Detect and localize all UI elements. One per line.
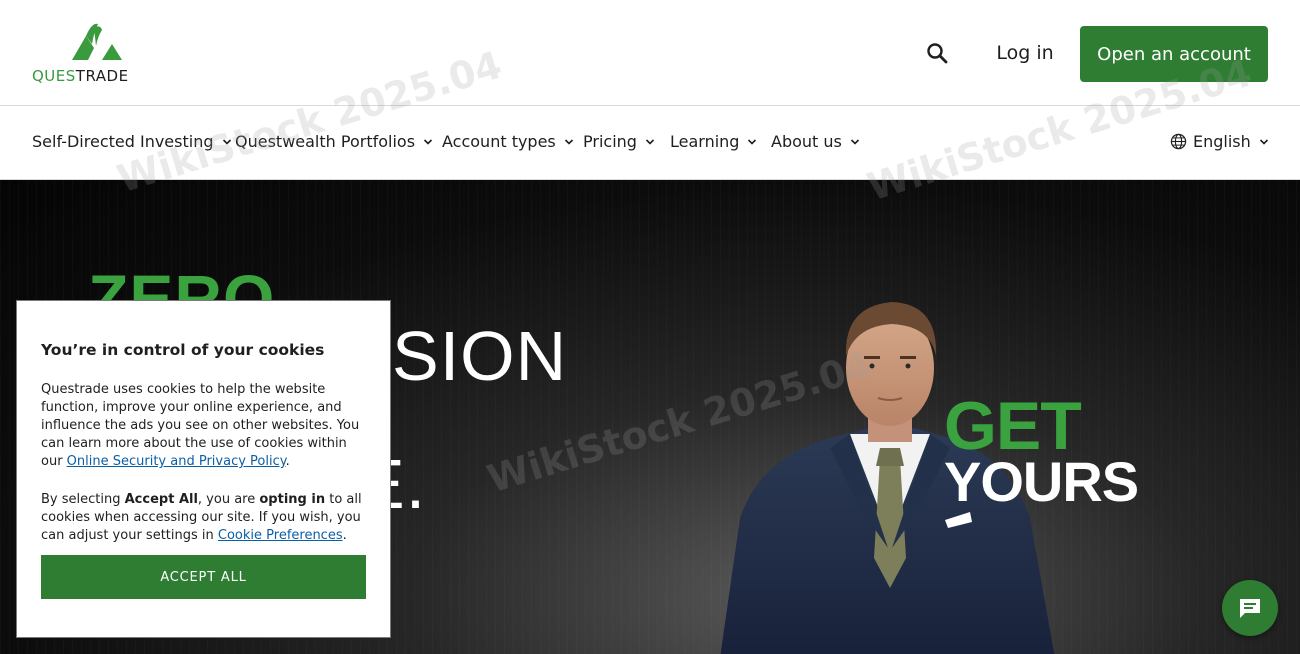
nav-item-about-us[interactable]: About us — [771, 132, 860, 151]
opt-in-text-c: , you are — [197, 492, 260, 507]
chevron-down-icon — [645, 138, 655, 145]
search-button[interactable] — [924, 40, 952, 68]
chevron-down-icon — [850, 138, 859, 145]
nav-item-label: Self-Directed Investing — [32, 132, 214, 151]
site-header: QUESTRADE Log in Open an account — [0, 0, 1300, 106]
nav-item-pricing[interactable]: Pricing — [583, 132, 655, 151]
open-account-button[interactable]: Open an account — [1080, 26, 1268, 82]
hero-yours-text: YOURS — [944, 450, 1139, 513]
logo-mark-icon — [72, 23, 122, 60]
nav-item-self-directed-investing[interactable]: Self-Directed Investing — [32, 132, 232, 151]
logo-wordmark-right: TRADE — [75, 67, 129, 85]
nav-item-learning[interactable]: Learning — [670, 132, 757, 151]
search-icon — [927, 43, 948, 64]
accept-all-button[interactable]: ACCEPT ALL — [41, 555, 366, 599]
chat-button[interactable] — [1222, 580, 1278, 636]
cookie-consent-dialog: You’re in control of your cookies Questr… — [16, 300, 391, 638]
nav-item-label: Pricing — [583, 132, 637, 151]
privacy-policy-link[interactable]: Online Security and Privacy Policy — [67, 454, 286, 469]
hero-headline-line2: SION — [392, 317, 568, 395]
opt-in-text-accept-all: Accept All — [124, 492, 198, 507]
nav-item-label: Questwealth Portfolios — [235, 132, 416, 151]
cookie-dialog-title: You’re in control of your cookies — [41, 341, 325, 359]
cookie-description-end: . — [285, 454, 290, 469]
chat-bubble-icon — [1240, 599, 1260, 618]
opt-in-text-a: By selecting — [41, 492, 125, 507]
language-selector[interactable]: English — [1170, 132, 1269, 151]
opt-in-text-opting-in: opting in — [259, 492, 326, 507]
login-link[interactable]: Log in — [990, 42, 1060, 64]
chevron-down-icon — [1259, 138, 1268, 145]
chevron-down-icon — [222, 138, 231, 145]
logo-wordmark: QUESTRADE — [32, 67, 129, 85]
cookie-description: Questrade uses cookies to help the websi… — [41, 381, 371, 471]
cookie-preferences-link[interactable]: Cookie Preferences — [218, 528, 343, 543]
cookie-opt-in-text: By selecting Accept All, you are opting … — [41, 491, 371, 545]
main-nav: Self-Directed Investing Questwealth Port… — [0, 106, 1300, 180]
chevron-down-icon — [423, 138, 433, 145]
globe-icon — [1170, 133, 1187, 150]
logo-wordmark-left: QUES — [32, 67, 76, 85]
nav-item-questwealth-portfolios[interactable]: Questwealth Portfolios — [235, 132, 433, 151]
questrade-logo[interactable]: QUESTRADE — [32, 22, 164, 85]
nav-item-label: Account types — [442, 132, 556, 151]
nav-item-label: Learning — [670, 132, 740, 151]
nav-item-account-types[interactable]: Account types — [442, 132, 574, 151]
chevron-down-icon — [564, 138, 573, 145]
opt-in-text-end: . — [342, 528, 347, 543]
chevron-down-icon — [748, 138, 757, 145]
nav-item-label: About us — [771, 132, 842, 151]
language-label: English — [1193, 132, 1251, 151]
